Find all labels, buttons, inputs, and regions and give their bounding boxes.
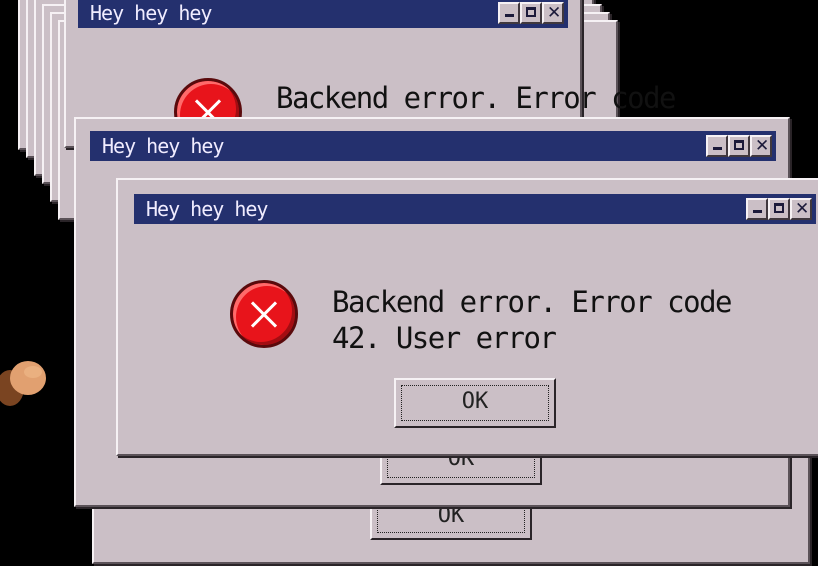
minimize-icon <box>753 210 762 213</box>
minimize-button[interactable] <box>706 135 728 157</box>
title-bar[interactable]: Hey hey hey ✕ <box>134 194 816 224</box>
error-message-line2: 42. User error <box>332 321 557 355</box>
window-title: Hey hey hey <box>90 1 212 25</box>
minimize-button[interactable] <box>498 2 520 24</box>
ok-button[interactable]: OK <box>394 378 556 428</box>
maximize-icon <box>774 203 784 213</box>
close-icon: ✕ <box>547 3 562 23</box>
title-bar[interactable]: Hey hey hey ✕ <box>90 131 776 161</box>
close-button[interactable]: ✕ <box>750 135 772 157</box>
window-title: Hey hey hey <box>102 134 224 158</box>
close-icon: ✕ <box>795 199 810 219</box>
close-button[interactable]: ✕ <box>542 2 564 24</box>
error-message-line1: Backend error. Error code <box>276 81 677 115</box>
close-icon: ✕ <box>755 136 770 156</box>
close-button[interactable]: ✕ <box>790 198 812 220</box>
minimize-button[interactable] <box>746 198 768 220</box>
maximize-button[interactable] <box>520 2 542 24</box>
minimize-icon <box>505 14 514 17</box>
maximize-icon <box>734 140 744 150</box>
hand-cursor-icon <box>0 361 46 406</box>
error-icon <box>230 280 298 348</box>
title-bar[interactable]: Hey hey hey ✕ <box>78 0 568 28</box>
maximize-icon <box>526 7 536 17</box>
error-message-line1: Backend error. Error code <box>332 285 733 319</box>
error-dialog-front: Hey hey hey ✕ Backend error. Error code … <box>116 178 818 456</box>
maximize-button[interactable] <box>728 135 750 157</box>
minimize-icon <box>713 147 722 150</box>
window-title: Hey hey hey <box>146 197 268 221</box>
maximize-button[interactable] <box>768 198 790 220</box>
